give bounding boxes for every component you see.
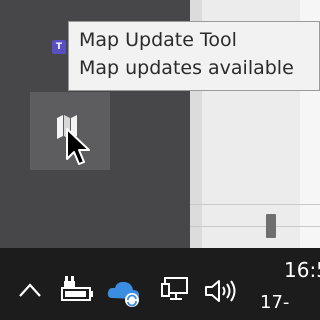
window-divider — [190, 204, 320, 205]
tooltip-title: Map Update Tool — [79, 29, 237, 51]
tooltip-message: Map updates available — [79, 57, 294, 79]
onedrive-sync-icon[interactable] — [106, 278, 142, 308]
tooltip: Map Update Tool Map updates available — [68, 21, 320, 91]
slider-thumb[interactable] — [266, 214, 276, 238]
tray-app-icon[interactable]: T — [52, 40, 66, 54]
chevron-up-icon[interactable] — [18, 282, 42, 298]
mouse-cursor-icon — [66, 128, 90, 165]
volume-icon[interactable] — [204, 278, 240, 304]
window-track — [190, 226, 320, 227]
network-icon[interactable] — [160, 276, 190, 304]
battery-charging-icon[interactable] — [60, 276, 94, 302]
clock-date[interactable]: 17- — [260, 292, 289, 313]
desktop-screen: T Map Update Tool Map updates available — [0, 0, 320, 320]
clock-time[interactable]: 16:5 — [284, 258, 320, 282]
tray-app-glyph: T — [55, 42, 63, 52]
